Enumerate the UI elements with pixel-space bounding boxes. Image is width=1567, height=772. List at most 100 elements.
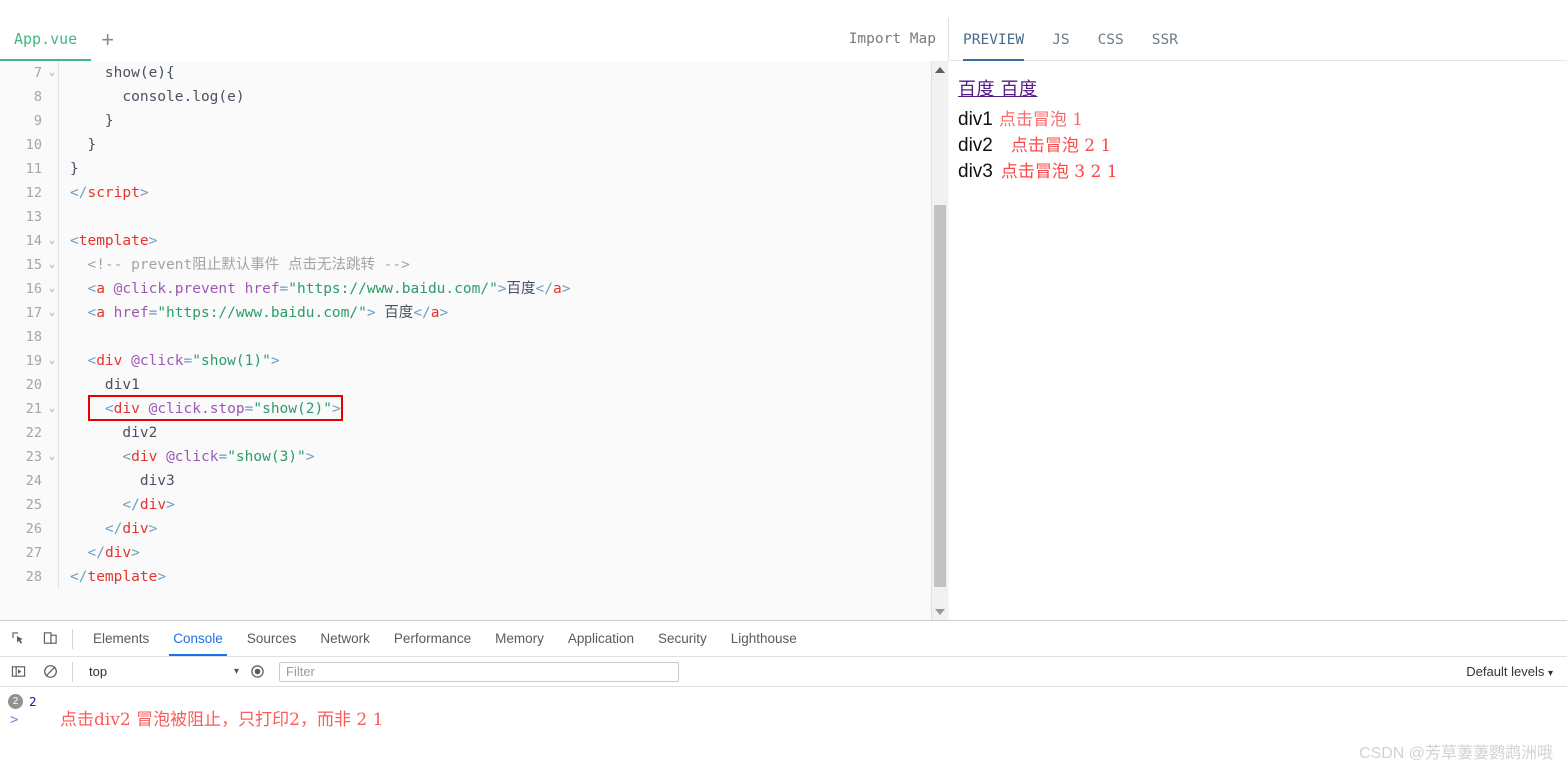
line-number: 27 — [25, 545, 42, 561]
line-number: 11 — [25, 161, 42, 177]
device-toolbar-icon[interactable] — [37, 625, 64, 652]
filter-divider — [72, 661, 73, 682]
code-line-text: <a @click.prevent href="https://www.baid… — [87, 281, 571, 297]
code-line: 21 ⌄ <div @click.stop="show(2)"> — [0, 397, 570, 421]
file-tab-app-vue[interactable]: App.vue — [0, 18, 92, 62]
gutter-divider — [58, 85, 59, 109]
line-number: 13 — [25, 209, 42, 225]
line-number: 14 — [25, 233, 42, 249]
code-line: 11} — [0, 157, 570, 181]
console-filter-input[interactable] — [279, 661, 679, 682]
preview-div-row[interactable]: div1 点击冒泡 1 — [958, 105, 1567, 131]
console-levels-label: Default levels — [1466, 664, 1545, 679]
preview-div-rows: div1 点击冒泡 1 div2 点击冒泡 2 1 div3 点击冒泡 3 2 1 — [958, 105, 1567, 183]
file-tab-label: App.vue — [14, 30, 78, 48]
fold-arrow-icon[interactable]: ⌄ — [46, 253, 58, 277]
fold-arrow-icon[interactable]: ⌄ — [46, 301, 58, 325]
code-line-text: <div @click.stop="show(2)"> — [104, 401, 341, 417]
gutter-divider — [58, 301, 59, 325]
console-logged-value: 2 — [29, 693, 37, 709]
code-line: 9 } — [0, 109, 570, 133]
preview-tab-bar: PREVIEW JS CSS SSR — [950, 18, 1567, 62]
devtools-tab-application[interactable]: Application — [556, 621, 646, 656]
scroll-down-arrow-icon[interactable] — [932, 603, 948, 620]
import-map-button[interactable]: Import Map — [849, 18, 936, 61]
line-number: 26 — [25, 521, 42, 537]
line-number: 17 — [25, 305, 42, 321]
top-strip — [0, 0, 1567, 19]
code-line-text: <div @click="show(3)"> — [122, 449, 315, 465]
preview-div-row[interactable]: div3 点击冒泡 3 2 1 — [958, 157, 1567, 183]
console-repeat-badge: 2 — [8, 693, 23, 709]
code-line-text: <!-- prevent阻止默认事件 点击无法跳转 --> — [70, 257, 410, 273]
fold-arrow-icon[interactable]: ⌄ — [46, 397, 58, 421]
line-number: 24 — [25, 473, 42, 489]
preview-div-label: div2 — [958, 135, 993, 156]
devtools-tab-lighthouse[interactable]: Lighthouse — [719, 621, 809, 656]
console-annotation: 点击div2 冒泡被阻止，只打印2，而非 2 1 — [60, 710, 384, 730]
devtools-tab-network[interactable]: Network — [308, 621, 382, 656]
preview-annotation: 点击冒泡 1 — [998, 110, 1084, 130]
code-line: 18 — [0, 325, 570, 349]
code-line: 20 div1 — [0, 373, 570, 397]
fold-arrow-icon[interactable]: ⌄ — [46, 61, 58, 85]
line-number: 28 — [25, 569, 42, 585]
gutter-divider — [58, 133, 59, 157]
gutter-divider — [58, 349, 59, 373]
preview-div-row[interactable]: div2 点击冒泡 2 1 — [958, 131, 1567, 157]
devtools-tab-security[interactable]: Security — [646, 621, 719, 656]
gutter-divider — [58, 181, 59, 205]
tab-preview-label: PREVIEW — [963, 31, 1025, 48]
gutter-divider — [58, 157, 59, 181]
gutter-divider — [58, 61, 59, 85]
code-lines: 7 ⌄ show(e){8 console.log(e) 9 } 10 } 11} 12 <… — [0, 61, 570, 589]
tab-ssr-label: SSR — [1151, 31, 1178, 48]
code-line: 12 </script> — [0, 181, 570, 205]
scrollbar-thumb[interactable] — [934, 205, 946, 587]
baidu-links[interactable]: 百度 百度 — [958, 75, 1038, 101]
line-number: 8 — [33, 89, 42, 105]
fold-arrow-icon[interactable]: ⌄ — [46, 349, 58, 373]
console-output: 2 2 > 点击div2 冒泡被阻止，只打印2，而非 2 1 — [0, 687, 1567, 772]
tab-preview[interactable]: PREVIEW — [963, 18, 1025, 62]
code-line: 14 ⌄ <template> — [0, 229, 570, 253]
devtools-tab-memory[interactable]: Memory — [483, 621, 556, 656]
preview-annotation: 点击冒泡 2 1 — [1010, 136, 1112, 156]
console-settings-eye-icon[interactable] — [244, 658, 271, 685]
tab-js-label: JS — [1052, 31, 1070, 48]
console-context-select[interactable]: top ▾ — [89, 664, 239, 679]
gutter-divider — [58, 493, 59, 517]
line-number: 12 — [25, 185, 42, 201]
gutter-divider — [58, 109, 59, 133]
tab-css[interactable]: CSS — [1098, 18, 1124, 61]
gutter-divider — [58, 277, 59, 301]
code-line-text: div3 — [70, 473, 175, 489]
code-editor[interactable]: 7 ⌄ show(e){8 console.log(e) 9 } 10 } 11} 12 <… — [0, 61, 949, 620]
console-levels-dropdown[interactable]: Default levels ▾ — [1466, 664, 1553, 679]
code-line: 19 ⌄ <div @click="show(1)"> — [0, 349, 570, 373]
editor-vertical-scrollbar[interactable] — [931, 61, 948, 620]
devtools-tab-performance[interactable]: Performance — [382, 621, 483, 656]
preview-annotation: 点击冒泡 3 2 1 — [1000, 162, 1118, 182]
scroll-up-arrow-icon[interactable] — [932, 61, 948, 78]
code-line-text: </div> — [122, 497, 175, 513]
clear-console-icon[interactable] — [37, 658, 64, 685]
inspect-element-icon[interactable] — [5, 625, 32, 652]
fold-arrow-icon[interactable]: ⌄ — [46, 277, 58, 301]
tab-js[interactable]: JS — [1052, 18, 1069, 61]
add-file-button[interactable]: + — [91, 20, 124, 60]
code-line-text: <template> — [70, 233, 158, 249]
tab-ssr[interactable]: SSR — [1152, 18, 1178, 61]
preview-div-label: div1 — [958, 109, 993, 130]
console-sidebar-toggle-icon[interactable] — [5, 658, 32, 685]
line-number: 15 — [25, 257, 42, 273]
code-line: 7 ⌄ show(e){ — [0, 61, 570, 85]
line-number: 22 — [25, 425, 42, 441]
devtools-tab-sources[interactable]: Sources — [235, 621, 309, 656]
devtools-tab-console[interactable]: Console — [161, 621, 235, 656]
code-line: 25 </div> — [0, 493, 570, 517]
code-line: 27 </div> — [0, 541, 570, 565]
fold-arrow-icon[interactable]: ⌄ — [46, 229, 58, 253]
fold-arrow-icon[interactable]: ⌄ — [46, 445, 58, 469]
devtools-tab-elements[interactable]: Elements — [81, 621, 161, 656]
